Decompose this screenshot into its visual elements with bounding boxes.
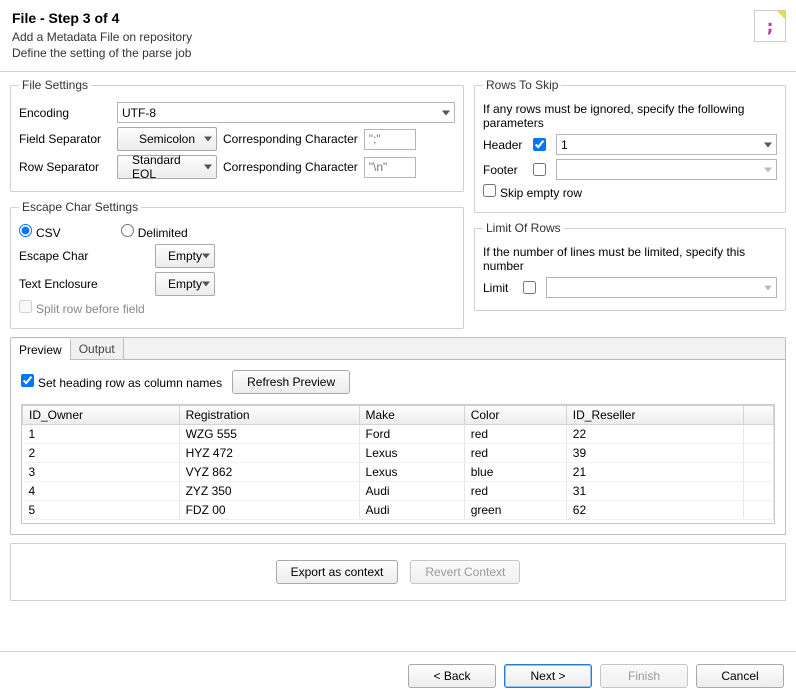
escape-char-combo[interactable]: Empty: [155, 244, 215, 268]
export-as-context-button[interactable]: Export as context: [276, 560, 399, 584]
table-cell: HYZ 472: [179, 444, 359, 463]
column-header[interactable]: Color: [464, 406, 566, 425]
tab-preview[interactable]: Preview: [11, 339, 71, 360]
delimited-radio[interactable]: [121, 224, 134, 237]
field-separator-label: Field Separator: [19, 132, 111, 146]
tab-output[interactable]: Output: [71, 338, 124, 359]
wizard-file-icon: ;: [754, 10, 786, 42]
revert-context-button: Revert Context: [410, 560, 520, 584]
heading-row-checkbox[interactable]: [21, 374, 34, 387]
limit-hint: If the number of lines must be limited, …: [483, 245, 777, 273]
rows-to-skip-legend: Rows To Skip: [483, 78, 561, 92]
table-cell: 21: [566, 463, 743, 482]
header-rows-label: Header: [483, 138, 527, 152]
limit-checkbox[interactable]: [523, 281, 536, 294]
cancel-button[interactable]: Cancel: [696, 664, 784, 688]
table-cell: 39: [566, 444, 743, 463]
table-cell: blue: [464, 463, 566, 482]
csv-radio-label[interactable]: CSV: [19, 224, 61, 240]
refresh-preview-button[interactable]: Refresh Preview: [232, 370, 350, 394]
file-settings-group: File Settings Encoding UTF-8 Field Separ…: [10, 78, 464, 192]
context-action-area: Export as context Revert Context: [10, 543, 786, 601]
split-row-checkbox[interactable]: [19, 300, 32, 313]
row-sep-char-value: "\n": [364, 157, 416, 178]
heading-row-checkbox-label[interactable]: Set heading row as column names: [21, 374, 222, 390]
escape-char-label: Escape Char: [19, 249, 149, 263]
page-subtitle: Add a Metadata File on repository Define…: [12, 30, 784, 61]
table-cell: red: [464, 482, 566, 501]
column-header[interactable]: ID_Owner: [23, 406, 180, 425]
table-cell: 31: [566, 482, 743, 501]
footer-rows-label: Footer: [483, 163, 527, 177]
table-row[interactable]: 4ZYZ 350Audired31: [23, 482, 774, 501]
text-enclosure-combo[interactable]: Empty: [155, 272, 215, 296]
table-cell: WZG 555: [179, 425, 359, 444]
rows-to-skip-group: Rows To Skip If any rows must be ignored…: [474, 78, 786, 213]
field-separator-combo[interactable]: Semicolon: [117, 127, 217, 151]
table-cell: green: [464, 501, 566, 520]
table-cell: 5: [23, 501, 180, 520]
encoding-label: Encoding: [19, 106, 111, 120]
encoding-combo[interactable]: UTF-8: [117, 102, 455, 123]
wizard-footer: < Back Next > Finish Cancel: [408, 664, 784, 688]
table-cell: 1: [23, 425, 180, 444]
rows-to-skip-hint: If any rows must be ignored, specify the…: [483, 102, 777, 130]
column-header[interactable]: ID_Reseller: [566, 406, 743, 425]
header-rows-checkbox[interactable]: [533, 138, 546, 151]
header-rows-combo[interactable]: 1: [556, 134, 777, 155]
limit-of-rows-legend: Limit Of Rows: [483, 221, 564, 235]
finish-button: Finish: [600, 664, 688, 688]
column-header[interactable]: Make: [359, 406, 464, 425]
escape-settings-legend: Escape Char Settings: [19, 200, 141, 214]
text-enclosure-label: Text Enclosure: [19, 277, 149, 291]
skip-empty-checkbox[interactable]: [483, 184, 496, 197]
row-sep-char-label: Corresponding Character: [223, 160, 358, 174]
table-cell: Lexus: [359, 463, 464, 482]
skip-empty-checkbox-label[interactable]: Skip empty row: [483, 184, 582, 200]
table-row[interactable]: 5FDZ 00Audigreen62: [23, 501, 774, 520]
column-header-spacer: [743, 406, 773, 425]
limit-of-rows-group: Limit Of Rows If the number of lines mus…: [474, 221, 786, 311]
split-row-checkbox-label[interactable]: Split row before field: [19, 300, 145, 316]
delimited-radio-label[interactable]: Delimited: [121, 224, 188, 240]
table-cell: red: [464, 425, 566, 444]
column-header[interactable]: Registration: [179, 406, 359, 425]
table-cell: red: [464, 444, 566, 463]
table-cell: Lexus: [359, 444, 464, 463]
file-settings-legend: File Settings: [19, 78, 91, 92]
table-cell: Audi: [359, 501, 464, 520]
footer-rows-checkbox[interactable]: [533, 163, 546, 176]
wizard-header: File - Step 3 of 4 Add a Metadata File o…: [0, 0, 796, 69]
table-row[interactable]: 1WZG 555Fordred22: [23, 425, 774, 444]
table-cell: 3: [23, 463, 180, 482]
table-cell: 22: [566, 425, 743, 444]
table-cell: VYZ 862: [179, 463, 359, 482]
escape-settings-group: Escape Char Settings CSV Delimited Escap…: [10, 200, 464, 329]
table-cell: Ford: [359, 425, 464, 444]
table-cell: 2: [23, 444, 180, 463]
table-cell: 4: [23, 482, 180, 501]
table-cell: FDZ 00: [179, 501, 359, 520]
limit-label: Limit: [483, 281, 517, 295]
page-title: File - Step 3 of 4: [12, 10, 784, 26]
next-button[interactable]: Next >: [504, 664, 592, 688]
field-sep-char-label: Corresponding Character: [223, 132, 358, 146]
table-row[interactable]: 2HYZ 472Lexusred39: [23, 444, 774, 463]
back-button[interactable]: < Back: [408, 664, 496, 688]
table-cell: Audi: [359, 482, 464, 501]
preview-table-wrap[interactable]: ID_OwnerRegistrationMakeColorID_Reseller…: [21, 404, 775, 524]
csv-radio[interactable]: [19, 224, 32, 237]
footer-rows-combo[interactable]: [556, 159, 777, 180]
preview-tabs: Preview Output Set heading row as column…: [10, 337, 786, 535]
row-separator-label: Row Separator: [19, 160, 111, 174]
table-cell: ZYZ 350: [179, 482, 359, 501]
field-sep-char-value: ";": [364, 129, 416, 150]
preview-table: ID_OwnerRegistrationMakeColorID_Reseller…: [22, 405, 774, 520]
table-cell: 62: [566, 501, 743, 520]
table-row[interactable]: 3VYZ 862Lexusblue21: [23, 463, 774, 482]
row-separator-combo[interactable]: Standard EOL: [117, 155, 217, 179]
limit-combo[interactable]: [546, 277, 777, 298]
